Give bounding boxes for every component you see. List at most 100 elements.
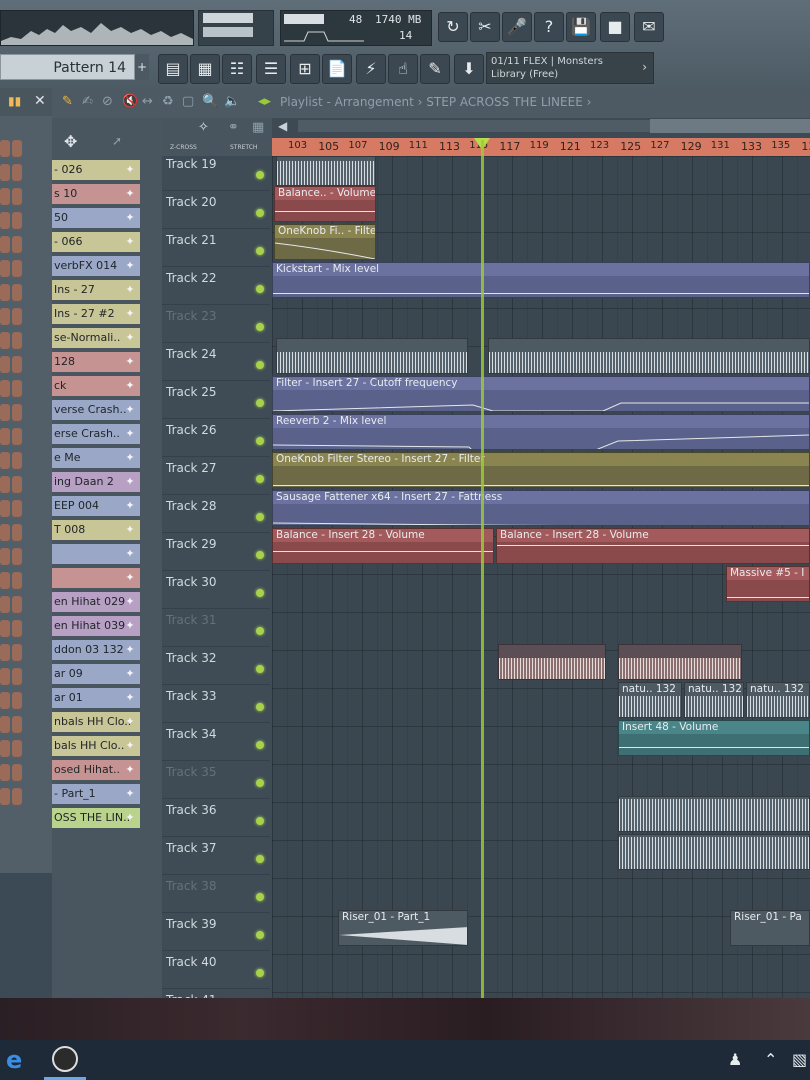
track-header[interactable]: Track 34 — [162, 722, 270, 761]
channel-mute-button[interactable] — [0, 356, 10, 373]
channel-mute-button[interactable] — [12, 596, 22, 613]
add-pattern-button[interactable]: + — [135, 54, 149, 80]
channel-mute-button[interactable] — [0, 284, 10, 301]
track-header[interactable]: Track 27 — [162, 456, 270, 495]
automation-clip[interactable]: Reeverb 2 - Mix level — [272, 414, 810, 450]
save-icon[interactable]: 💾 — [566, 12, 596, 42]
paint-icon[interactable]: ✎ — [62, 94, 73, 109]
track-enable-led[interactable] — [256, 551, 264, 559]
channel-mute-button[interactable] — [12, 548, 22, 565]
render-icon[interactable]: ■ — [600, 12, 630, 42]
channel-mute-button[interactable] — [0, 212, 10, 229]
track-header[interactable]: Track 32 — [162, 646, 270, 685]
automation-clip[interactable]: Balance - Insert 28 - Volume — [272, 528, 494, 564]
channel-button[interactable]: 128 ✦ — [52, 352, 140, 372]
browser-view-icon[interactable]: ▮▮ — [8, 94, 21, 108]
channel-mute-button[interactable] — [12, 452, 22, 469]
channel-mute-button[interactable] — [0, 404, 10, 421]
channel-mute-button[interactable] — [12, 476, 22, 493]
channel-button[interactable]: e Me ✦ — [52, 448, 140, 468]
channel-mute-button[interactable] — [0, 452, 10, 469]
track-enable-led[interactable] — [256, 627, 264, 635]
channel-button[interactable]: ddon 03 132 ✦ — [52, 640, 140, 660]
snap-icon[interactable]: ✧ — [198, 120, 209, 135]
channel-button[interactable]: nbals HH Clo.. ✦ — [52, 712, 140, 732]
channel-mute-button[interactable] — [0, 500, 10, 517]
channel-mute-button[interactable] — [0, 620, 10, 637]
track-enable-led[interactable] — [256, 969, 264, 977]
channel-mute-button[interactable] — [12, 284, 22, 301]
automation-clip[interactable]: Massive #5 - I — [726, 566, 810, 602]
track-enable-led[interactable] — [256, 893, 264, 901]
pattern-selector[interactable]: Pattern 14 — [0, 54, 135, 80]
channel-mute-button[interactable] — [12, 764, 22, 781]
pattern-clip[interactable] — [488, 338, 810, 374]
master-volume-meter[interactable] — [198, 10, 274, 46]
channel-button[interactable]: erse Crash.. ✦ — [52, 424, 140, 444]
channel-mute-button[interactable] — [12, 164, 22, 181]
track-enable-led[interactable] — [256, 171, 264, 179]
chevron-up-icon[interactable]: ⌃ — [764, 1050, 777, 1069]
channel-mute-button[interactable] — [0, 716, 10, 733]
track-enable-led[interactable] — [256, 209, 264, 217]
playlist-grid[interactable]: Balance.. - Volume OneKnob Fi.. - Filter… — [272, 156, 810, 998]
audio-clip[interactable]: natu.. 132 — [746, 682, 810, 718]
link-icon[interactable]: ⚭ — [228, 120, 239, 135]
slice-icon[interactable]: ♻ — [162, 94, 174, 109]
channel-button[interactable]: bals HH Clo.. ✦ — [52, 736, 140, 756]
channel-mute-button[interactable] — [0, 788, 10, 805]
help-icon[interactable]: ? — [534, 12, 564, 42]
track-header[interactable]: Track 22 — [162, 266, 270, 305]
grid-icon[interactable]: ▦ — [252, 120, 264, 135]
channel-mute-button[interactable] — [0, 140, 10, 157]
plugin-icon[interactable]: ⚡ — [356, 54, 386, 84]
scroll-left-icon[interactable]: ◀ — [278, 119, 287, 133]
mixer-icon[interactable]: ☰ — [256, 54, 286, 84]
piano-roll-icon[interactable]: ▦ — [190, 54, 220, 84]
channel-mute-button[interactable] — [0, 572, 10, 589]
channel-button[interactable]: ✦ — [52, 568, 140, 588]
channel-mute-button[interactable] — [12, 332, 22, 349]
arrangement-name[interactable]: STEP ACROSS THE LINEEE — [426, 95, 583, 109]
track-enable-led[interactable] — [256, 855, 264, 863]
audio-clip[interactable] — [618, 644, 742, 680]
channel-mute-button[interactable] — [0, 260, 10, 277]
track-header[interactable]: Track 26 — [162, 418, 270, 457]
track-header[interactable]: Track 30 — [162, 570, 270, 609]
channel-mute-button[interactable] — [0, 692, 10, 709]
network-icon[interactable]: ▧ — [792, 1050, 807, 1069]
automation-clip[interactable]: Insert 48 - Volume — [618, 720, 810, 756]
channel-mute-button[interactable] — [0, 740, 10, 757]
automation-clip[interactable]: Balance.. - Volume — [274, 186, 376, 222]
track-header[interactable]: Track 19 — [162, 152, 270, 191]
channel-mute-button[interactable] — [12, 572, 22, 589]
track-enable-led[interactable] — [256, 931, 264, 939]
channel-button[interactable]: osed Hihat.. ✦ — [52, 760, 140, 780]
track-enable-led[interactable] — [256, 779, 264, 787]
channel-mute-button[interactable] — [12, 188, 22, 205]
timeline-ruler[interactable]: 103 105 107 109 111 113 115 117 119 121 123 125 127 1… — [272, 138, 810, 156]
track-enable-led[interactable] — [256, 589, 264, 597]
channel-button[interactable]: EEP 004 ✦ — [52, 496, 140, 516]
automation-clip[interactable]: Filter - Insert 27 - Cutoff frequency — [272, 376, 810, 412]
channel-mute-button[interactable] — [12, 500, 22, 517]
channel-button[interactable]: - 066 ✦ — [52, 232, 140, 252]
channel-mute-button[interactable] — [12, 260, 22, 277]
channel-mute-button[interactable] — [0, 764, 10, 781]
channel-mute-button[interactable] — [12, 524, 22, 541]
track-header[interactable]: Track 24 — [162, 342, 270, 381]
track-enable-led[interactable] — [256, 475, 264, 483]
playlist-scrollbar[interactable]: ◀ — [272, 118, 810, 136]
automation-clip[interactable]: OneKnob Filter Stereo - Insert 27 - Filt… — [272, 452, 810, 488]
channel-button[interactable]: s 10 ✦ — [52, 184, 140, 204]
automation-clip[interactable]: Balance - Insert 28 - Volume — [496, 528, 810, 564]
playlist-icon[interactable]: ▤ — [158, 54, 188, 84]
channel-button[interactable]: ing Daan 2 ✦ — [52, 472, 140, 492]
track-header[interactable]: Track 29 — [162, 532, 270, 571]
channel-mute-button[interactable] — [12, 788, 22, 805]
people-icon[interactable]: ♟ — [728, 1050, 742, 1069]
track-header[interactable]: Track 23 — [162, 304, 270, 343]
track-header[interactable]: Track 28 — [162, 494, 270, 533]
track-header[interactable]: Track 37 — [162, 836, 270, 875]
channel-mute-button[interactable] — [12, 428, 22, 445]
